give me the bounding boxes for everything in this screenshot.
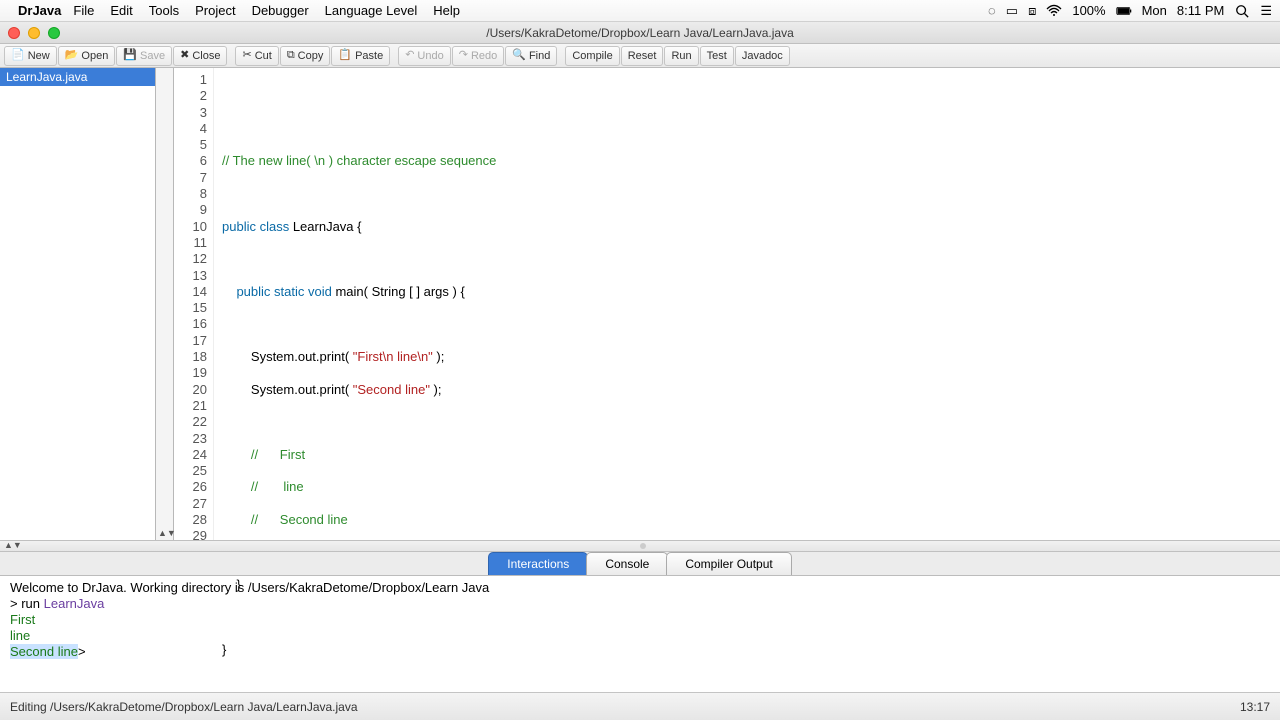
javadoc-button[interactable]: Javadoc bbox=[735, 46, 790, 66]
menu-debugger[interactable]: Debugger bbox=[252, 3, 309, 18]
undo-icon: ↶ bbox=[405, 50, 414, 61]
open-icon: 📂 bbox=[65, 50, 79, 61]
zoom-window-button[interactable] bbox=[48, 27, 60, 39]
console-caret: > bbox=[78, 644, 86, 659]
split-handle[interactable]: ▲▼ bbox=[0, 540, 1280, 552]
dropbox-icon[interactable]: ⧈ bbox=[1028, 3, 1036, 19]
main-area: LearnJava.java ▲▼ 1234567891011121314151… bbox=[0, 68, 1280, 540]
status-left: Editing /Users/KakraDetome/Dropbox/Learn… bbox=[10, 700, 358, 714]
clock-time[interactable]: 8:11 PM bbox=[1177, 3, 1224, 18]
console-output-line: Second line bbox=[10, 644, 78, 659]
window-titlebar: /Users/KakraDetome/Dropbox/Learn Java/Le… bbox=[0, 22, 1280, 44]
redo-button[interactable]: ↷Redo bbox=[452, 46, 505, 66]
copy-button[interactable]: ⧉Copy bbox=[280, 46, 331, 66]
code-area[interactable]: // The new line( \n ) character escape s… bbox=[214, 68, 1280, 540]
mac-menubar: DrJava File Edit Tools Project Debugger … bbox=[0, 0, 1280, 22]
menu-help[interactable]: Help bbox=[433, 3, 460, 18]
wifi-icon[interactable] bbox=[1046, 4, 1062, 18]
window-title: /Users/KakraDetome/Dropbox/Learn Java/Le… bbox=[0, 26, 1280, 40]
new-icon: 📄 bbox=[11, 50, 25, 61]
find-icon: 🔍 bbox=[512, 50, 526, 61]
close-button[interactable]: ✖Close bbox=[173, 46, 227, 66]
copy-icon: ⧉ bbox=[287, 50, 295, 61]
console-prompt: > bbox=[10, 596, 21, 611]
app-name[interactable]: DrJava bbox=[18, 3, 61, 18]
menu-icon[interactable]: ☰ bbox=[1260, 3, 1272, 19]
reset-button[interactable]: Reset bbox=[621, 46, 664, 66]
menu-project[interactable]: Project bbox=[195, 3, 235, 18]
icloud-icon[interactable]: ◌ bbox=[988, 3, 996, 18]
status-position: 13:17 bbox=[1240, 700, 1270, 714]
battery-icon[interactable] bbox=[1116, 4, 1132, 18]
toolbar: 📄New 📂Open 💾Save ✖Close ✂Cut ⧉Copy 📋Past… bbox=[0, 44, 1280, 68]
file-list-item[interactable]: LearnJava.java bbox=[0, 68, 155, 86]
save-button[interactable]: 💾Save bbox=[116, 46, 172, 66]
close-window-button[interactable] bbox=[8, 27, 20, 39]
battery-percent: 100% bbox=[1072, 3, 1105, 18]
redo-icon: ↷ bbox=[459, 50, 468, 61]
line-gutter: 1234567891011121314151617181920212223242… bbox=[174, 68, 214, 540]
menu-edit[interactable]: Edit bbox=[110, 3, 132, 18]
code-editor[interactable]: 1234567891011121314151617181920212223242… bbox=[174, 68, 1280, 540]
open-button[interactable]: 📂Open bbox=[58, 46, 116, 66]
minimize-window-button[interactable] bbox=[28, 27, 40, 39]
clock-day[interactable]: Mon bbox=[1142, 3, 1167, 18]
cut-icon: ✂ bbox=[242, 50, 251, 61]
file-list-scrollbar[interactable]: ▲▼ bbox=[156, 68, 174, 540]
save-icon: 💾 bbox=[123, 50, 137, 61]
menu-language-level[interactable]: Language Level bbox=[325, 3, 418, 18]
compile-button[interactable]: Compile bbox=[565, 46, 619, 66]
file-list[interactable]: LearnJava.java bbox=[0, 68, 156, 540]
undo-button[interactable]: ↶Undo bbox=[398, 46, 451, 66]
display-icon[interactable]: ▭ bbox=[1006, 3, 1018, 19]
paste-icon: 📋 bbox=[338, 50, 352, 61]
new-button[interactable]: 📄New bbox=[4, 46, 57, 66]
close-icon: ✖ bbox=[180, 50, 189, 61]
cut-button[interactable]: ✂Cut bbox=[235, 46, 278, 66]
menu-tools[interactable]: Tools bbox=[149, 3, 179, 18]
menu-file[interactable]: File bbox=[73, 3, 94, 18]
paste-button[interactable]: 📋Paste bbox=[331, 46, 390, 66]
run-button[interactable]: Run bbox=[664, 46, 698, 66]
find-button[interactable]: 🔍Find bbox=[505, 46, 557, 66]
test-button[interactable]: Test bbox=[700, 46, 734, 66]
spotlight-icon[interactable] bbox=[1234, 4, 1250, 18]
status-bar: Editing /Users/KakraDetome/Dropbox/Learn… bbox=[0, 692, 1280, 720]
